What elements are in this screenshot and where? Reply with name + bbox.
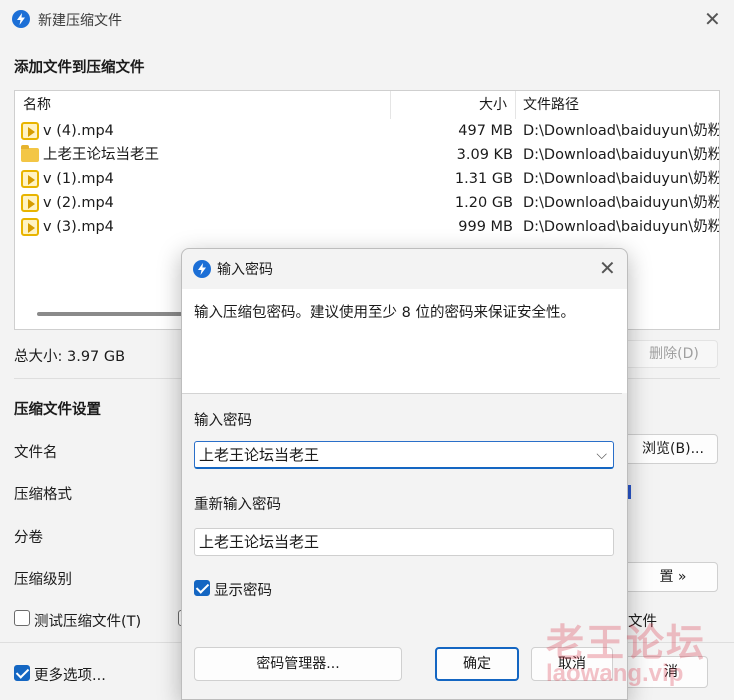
file-path: D:\Download\baiduyun\奶粉: [523, 171, 720, 187]
watermark-url: laowang.vip: [546, 660, 684, 687]
video-file-icon: [21, 218, 39, 236]
window-title: 新建压缩文件: [38, 13, 122, 29]
file-name: v (4).mp4: [43, 123, 114, 139]
file-name: v (2).mp4: [43, 195, 114, 211]
password-input[interactable]: 上老王论坛当老王 ⌵: [194, 441, 614, 469]
test-archive-checkbox[interactable]: [14, 610, 30, 626]
dialog-description-panel: 输入压缩包密码。建议使用至少 8 位的密码来保证安全性。: [182, 289, 627, 393]
file-name: 上老王论坛当老王: [43, 147, 159, 163]
file-row[interactable]: v (1).mp4 1.31 GB D:\Download\baiduyun\奶…: [15, 167, 720, 191]
total-size: 总大小: 3.97 GB: [14, 349, 126, 365]
chevron-down-icon[interactable]: ⌵: [596, 442, 607, 468]
test-archive-label[interactable]: 测试压缩文件(T): [34, 610, 141, 631]
browse-button[interactable]: 浏览(B)...: [618, 434, 718, 464]
reenter-password-input[interactable]: 上老王论坛当老王: [194, 528, 614, 556]
column-separator: [390, 91, 391, 119]
show-password-label[interactable]: 显示密码: [214, 579, 272, 600]
window-titlebar: 新建压缩文件 ✕: [0, 0, 734, 40]
close-icon[interactable]: ✕: [704, 9, 721, 29]
column-header-path[interactable]: 文件路径: [523, 91, 579, 119]
file-row[interactable]: v (2).mp4 1.20 GB D:\Download\baiduyun\奶…: [15, 191, 720, 215]
file-path: D:\Download\baiduyun\奶粉: [523, 219, 720, 235]
dialog-title: 输入密码: [217, 262, 273, 278]
password-manager-button[interactable]: 密码管理器...: [194, 647, 402, 681]
advanced-options-button[interactable]: 置 »: [618, 562, 718, 592]
file-name: v (3).mp4: [43, 219, 114, 235]
delete-button[interactable]: 删除(D): [618, 340, 718, 368]
file-size: 1.31 GB: [454, 171, 513, 187]
file-row[interactable]: 上老王论坛当老王 3.09 KB D:\Download\baiduyun\奶粉: [15, 143, 720, 167]
file-size: 3.09 KB: [456, 147, 513, 163]
dialog-close-icon[interactable]: ✕: [599, 258, 616, 278]
horizontal-scrollbar[interactable]: [37, 312, 197, 316]
video-file-icon: [21, 170, 39, 188]
ok-button[interactable]: 确定: [435, 647, 519, 681]
column-header-size[interactable]: 大小: [479, 91, 507, 119]
file-size: 1.20 GB: [454, 195, 513, 211]
divider: [182, 393, 622, 394]
file-path: D:\Download\baiduyun\奶粉: [523, 123, 720, 139]
reenter-password-label: 重新输入密码: [194, 497, 281, 513]
file-path: D:\Download\baiduyun\奶粉: [523, 195, 720, 211]
column-header-name[interactable]: 名称: [23, 91, 51, 119]
label-filename: 文件名: [14, 445, 58, 461]
file-name: v (1).mp4: [43, 171, 114, 187]
show-password-checkbox[interactable]: [194, 580, 210, 596]
video-file-icon: [21, 122, 39, 140]
file-path: D:\Download\baiduyun\奶粉: [523, 147, 720, 163]
label-format: 压缩格式: [14, 487, 72, 503]
file-size: 999 MB: [458, 219, 513, 235]
file-row[interactable]: v (4).mp4 497 MB D:\Download\baiduyun\奶粉: [15, 119, 720, 143]
watermark-text: 老王论坛: [546, 620, 707, 665]
column-separator: [515, 91, 516, 119]
section-add-heading: 添加文件到压缩文件: [14, 60, 145, 76]
file-size: 497 MB: [458, 123, 513, 139]
more-options-label[interactable]: 更多选项...: [34, 664, 106, 685]
video-file-icon: [21, 194, 39, 212]
file-row[interactable]: v (3).mp4 999 MB D:\Download\baiduyun\奶粉: [15, 215, 720, 239]
label-level: 压缩级别: [14, 572, 72, 588]
reenter-password-value: 上老王论坛当老王: [199, 533, 320, 551]
label-volume: 分卷: [14, 530, 43, 546]
dialog-description: 输入压缩包密码。建议使用至少 8 位的密码来保证安全性。: [194, 305, 575, 321]
more-options-checkbox[interactable]: [14, 665, 30, 681]
bandizip-app-icon: [12, 10, 30, 28]
folder-icon: [21, 145, 39, 162]
settings-heading: 压缩文件设置: [14, 402, 101, 418]
format-link-marker: [628, 485, 631, 499]
bandizip-app-icon: [193, 260, 211, 278]
password-value: 上老王论坛当老王: [199, 446, 320, 464]
password-label: 输入密码: [194, 413, 252, 429]
